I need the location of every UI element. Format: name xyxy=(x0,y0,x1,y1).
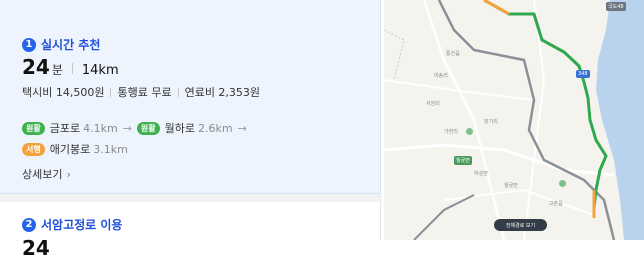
map-place-label: 서암리 xyxy=(426,101,440,107)
route-summary: 24 분 14km xyxy=(22,55,119,79)
highway-line xyxy=(437,0,616,240)
toll-fee: 통행료 무료 xyxy=(117,86,172,99)
map-place-label: 장기리 xyxy=(484,119,498,125)
map-place-label: 월곶면 xyxy=(504,183,518,189)
divider xyxy=(110,87,112,97)
road-segments-line1: 원활 금포로 4.1km → 원활 월하로 2.6km → xyxy=(22,120,252,136)
poi-marker-icon xyxy=(466,128,473,135)
river-shape xyxy=(596,0,644,240)
divider xyxy=(71,63,73,74)
road-name: 금포로 xyxy=(49,122,81,135)
travel-time-value: 24 xyxy=(22,55,50,79)
road-segments-line2: 서행 애기봉로 3.1km xyxy=(22,141,128,157)
route-number-tag: 348 xyxy=(576,70,590,78)
traffic-status-badge: 원활 xyxy=(136,121,160,135)
road-tag: 국도48 xyxy=(606,2,626,11)
road-distance: 4.1km xyxy=(83,121,118,135)
map-place-label: 통진읍 xyxy=(446,51,460,57)
travel-time-unit: 분 xyxy=(51,63,63,77)
route-rank-header: 2 서암고정로 이용 xyxy=(22,216,122,233)
rank-number-badge: 1 xyxy=(22,37,36,52)
road-distance: 3.1km xyxy=(93,142,128,156)
road-distance: 2.6km xyxy=(198,121,233,135)
route-card-recommended[interactable]: 1 실시간 추천 24 분 14km 택시비 14,500원 통행료 무료 연료… xyxy=(0,0,381,194)
road-name: 월하로 xyxy=(164,122,196,135)
distance-value: 14km xyxy=(81,63,119,78)
fuel-cost: 연료비 2,353원 xyxy=(184,86,261,99)
traffic-status-badge: 서행 xyxy=(22,142,45,156)
arrow-right-icon: → xyxy=(122,121,132,135)
route-title: 서암고정로 이용 xyxy=(41,218,123,232)
map-place-label: 하성면 xyxy=(474,171,488,177)
area-tag: 월곶면 xyxy=(454,156,472,165)
route-card-alternative[interactable]: 2 서암고정로 이용 xyxy=(0,202,381,240)
cost-row: 택시비 14,500원 통행료 무료 연료비 2,353원 xyxy=(22,84,260,100)
route-line-smooth xyxy=(483,0,608,209)
route-map[interactable]: 통진읍 마송리 서암리 가현리 하성면 월곶면 장기리 고촌읍 348 월곶면 … xyxy=(384,0,644,240)
map-place-label: 고촌읍 xyxy=(549,201,563,207)
chevron-right-icon: › xyxy=(66,167,71,181)
taxi-fare: 택시비 14,500원 xyxy=(22,86,105,99)
route-rank-header: 1 실시간 추천 xyxy=(22,36,100,53)
divider xyxy=(177,87,179,97)
detail-view-label: 상세보기 xyxy=(22,168,63,181)
view-full-route-button[interactable]: 전체경로 보기 xyxy=(494,219,547,231)
card-separator xyxy=(0,194,382,202)
poi-marker-icon xyxy=(559,180,566,187)
arrow-right-icon: → xyxy=(237,121,247,135)
traffic-status-badge: 원활 xyxy=(22,121,45,135)
map-canvas xyxy=(384,0,644,240)
route-title: 실시간 추천 xyxy=(41,38,101,52)
map-place-label: 마송리 xyxy=(434,73,448,79)
map-place-label: 가현리 xyxy=(444,129,458,135)
rank-number-badge: 2 xyxy=(22,217,36,232)
detail-view-link[interactable]: 상세보기 › xyxy=(22,166,71,182)
route-panel: 1 실시간 추천 24 분 14km 택시비 14,500원 통행료 무료 연료… xyxy=(0,0,382,260)
road-name: 애기봉로 xyxy=(49,143,91,156)
